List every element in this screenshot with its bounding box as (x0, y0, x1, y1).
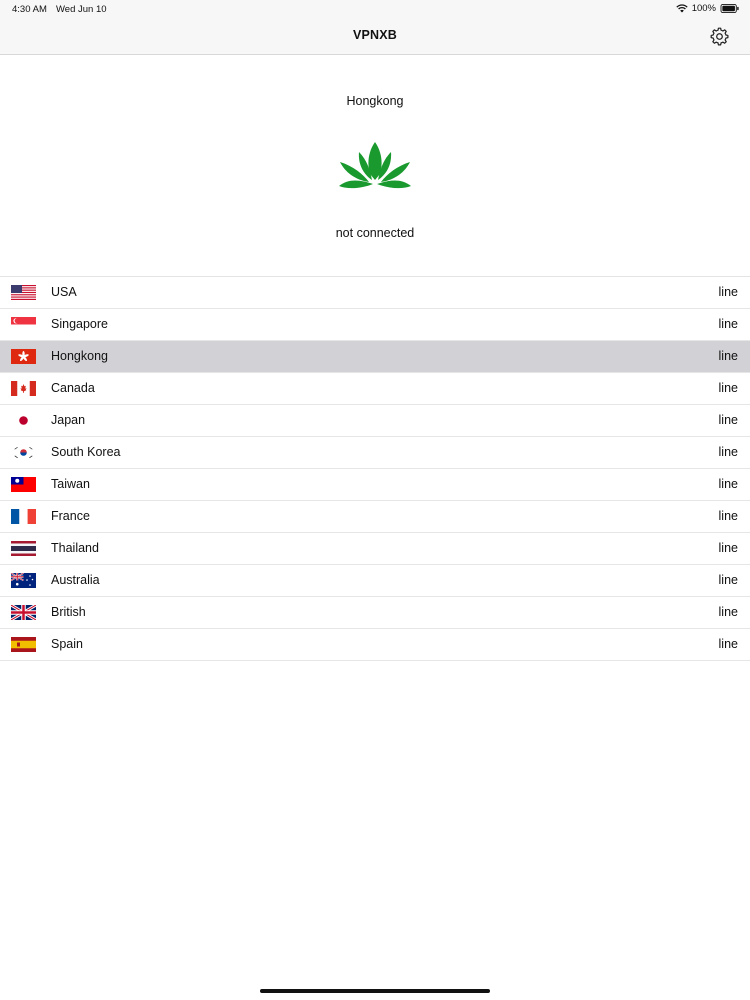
line-label: line (718, 637, 738, 651)
server-name: Hongkong (51, 349, 108, 363)
status-time: 4:30 AM (12, 4, 47, 15)
server-row-british[interactable]: British line (0, 597, 750, 629)
server-row-hongkong[interactable]: Hongkong line (0, 341, 750, 373)
line-label: line (718, 317, 738, 331)
line-label: line (718, 477, 738, 491)
taiwan-flag-icon (11, 477, 36, 492)
server-row-canada[interactable]: Canada line (0, 373, 750, 405)
server-row-france[interactable]: France line (0, 501, 750, 533)
spain-flag-icon (11, 637, 36, 652)
server-name: USA (51, 285, 77, 299)
us-flag-icon (11, 285, 36, 300)
server-name: British (51, 605, 86, 619)
server-row-spain[interactable]: Spain line (0, 629, 750, 661)
server-list: USA line Singapore line Hongkong line Ca… (0, 276, 750, 661)
canada-flag-icon (11, 381, 36, 396)
line-label: line (718, 381, 738, 395)
hongkong-flag-icon (11, 349, 36, 364)
server-name: Australia (51, 573, 100, 587)
status-bar: 4:30 AM Wed Jun 10 100% (0, 0, 750, 18)
uk-flag-icon (11, 605, 36, 620)
server-name: Spain (51, 637, 83, 651)
line-label: line (718, 445, 738, 459)
server-row-taiwan[interactable]: Taiwan line (0, 469, 750, 501)
line-label: line (718, 541, 738, 555)
app-title: VPNXB (352, 28, 398, 42)
line-label: line (718, 509, 738, 523)
gear-icon (710, 27, 729, 46)
battery-icon (720, 4, 739, 13)
line-label: line (718, 285, 738, 299)
navigation-bar: VPNXB (0, 18, 750, 55)
battery-percent: 100% (691, 3, 716, 14)
line-label: line (718, 573, 738, 587)
lotus-logo-icon[interactable] (337, 140, 413, 190)
server-name: France (51, 509, 90, 523)
singapore-flag-icon (11, 317, 36, 332)
current-server-name: Hongkong (346, 94, 404, 108)
line-label: line (718, 605, 738, 619)
server-name: Thailand (51, 541, 99, 555)
connection-status[interactable]: not connected (0, 226, 750, 240)
home-indicator[interactable] (260, 989, 490, 993)
wifi-icon (676, 4, 688, 13)
japan-flag-icon (11, 413, 36, 428)
server-name: South Korea (51, 445, 121, 459)
server-name: Singapore (51, 317, 108, 331)
france-flag-icon (11, 509, 36, 524)
status-date: Wed Jun 10 (56, 4, 107, 15)
server-name: Japan (51, 413, 86, 427)
settings-button[interactable] (709, 26, 730, 47)
australia-flag-icon (11, 573, 36, 588)
server-name: Canada (51, 381, 95, 395)
server-row-japan[interactable]: Japan line (0, 405, 750, 437)
south-korea-flag-icon (11, 445, 36, 460)
server-row-australia[interactable]: Australia line (0, 565, 750, 597)
server-row-south-korea[interactable]: South Korea line (0, 437, 750, 469)
line-label: line (718, 349, 738, 363)
thailand-flag-icon (11, 541, 36, 556)
server-name: Taiwan (51, 477, 90, 491)
server-row-thailand[interactable]: Thailand line (0, 533, 750, 565)
server-row-singapore[interactable]: Singapore line (0, 309, 750, 341)
status-indicators: 100% (676, 3, 740, 14)
server-row-usa[interactable]: USA line (0, 277, 750, 309)
line-label: line (718, 413, 738, 427)
